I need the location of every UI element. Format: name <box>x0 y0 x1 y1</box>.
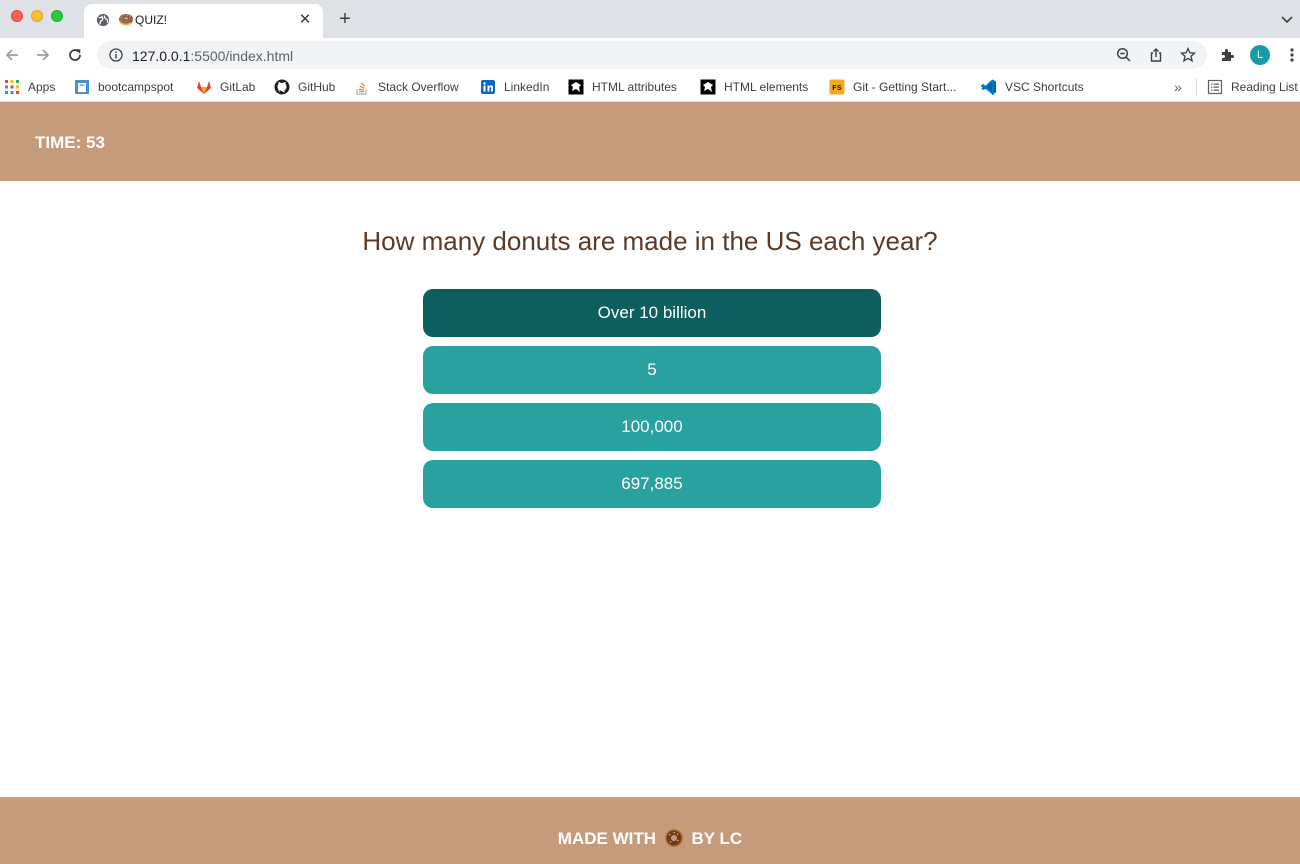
back-arrow-icon[interactable] <box>3 46 21 64</box>
svg-text:FS: FS <box>832 84 842 92</box>
bookmark-linkedin[interactable]: LinkedIn <box>480 79 549 95</box>
bookmark-label: Apps <box>28 80 56 94</box>
reload-icon[interactable] <box>66 46 84 64</box>
reading-list-icon <box>1207 79 1223 95</box>
answer-button[interactable]: 5 <box>423 346 881 394</box>
browser-tab-bar: 🍩 QUIZ! ✕ + <box>0 0 1300 38</box>
bookmark-label: HTML elements <box>724 80 809 94</box>
globe-icon <box>96 13 110 27</box>
devdocs-icon <box>700 79 716 95</box>
github-icon <box>274 79 290 95</box>
address-bar[interactable]: 127.0.0.1:5500/index.html <box>97 41 1207 69</box>
forward-arrow-icon[interactable] <box>34 46 52 64</box>
url-path: :5500/index.html <box>190 48 294 64</box>
devdocs-icon <box>568 79 584 95</box>
answer-list: Over 10 billion 5 100,000 697,885 <box>423 289 881 517</box>
maximize-window-button[interactable] <box>51 10 63 22</box>
new-tab-button[interactable]: + <box>336 9 354 29</box>
info-icon[interactable] <box>109 48 123 62</box>
linkedin-icon <box>481 80 495 94</box>
url-host: 127.0.0.1 <box>132 48 191 64</box>
bookmark-label: HTML attributes <box>592 80 677 94</box>
zoom-out-icon[interactable] <box>1116 47 1132 63</box>
bookmark-label: VSC Shortcuts <box>1005 80 1084 94</box>
reading-list-label: Reading List <box>1231 80 1298 94</box>
tab-title: QUIZ! <box>135 13 167 27</box>
bookmark-label: bootcampspot <box>98 80 174 94</box>
answer-button[interactable]: 697,885 <box>423 460 881 508</box>
profile-avatar[interactable]: L <box>1250 45 1270 65</box>
bookmark-apps[interactable]: Apps <box>4 79 55 95</box>
vscode-icon <box>981 79 996 95</box>
answer-button[interactable]: 100,000 <box>423 403 881 451</box>
menu-kebab-icon[interactable] <box>1285 47 1299 63</box>
bookmark-label: GitHub <box>298 80 336 94</box>
browser-toolbar: 127.0.0.1:5500/index.html L <box>0 38 1300 72</box>
answer-button[interactable]: Over 10 billion <box>423 289 881 337</box>
footer-credit: MADE WITH BY LC <box>0 828 1300 849</box>
bootcampspot-icon <box>75 80 89 94</box>
bookmark-git-getting-started[interactable]: FS Git - Getting Start... <box>829 79 956 95</box>
page-footer: MADE WITH BY LC <box>0 797 1300 864</box>
share-icon[interactable] <box>1148 47 1164 63</box>
chevron-down-icon[interactable] <box>1280 12 1294 26</box>
bookmarks-bar: Apps bootcampspot GitLab GitHub Stack Ov… <box>0 72 1300 102</box>
donut-emoji-icon: 🍩 <box>118 12 135 27</box>
browser-tab-active[interactable]: 🍩 QUIZ! ✕ <box>84 4 323 38</box>
bookmark-html-elements[interactable]: HTML elements <box>700 79 808 95</box>
bookmark-label: LinkedIn <box>504 80 550 94</box>
bookmark-label: GitLab <box>220 80 256 94</box>
close-window-button[interactable] <box>11 10 23 22</box>
quiz-header: TIME: 53 <box>0 102 1300 181</box>
more-bookmarks-icon[interactable]: » <box>1174 79 1182 95</box>
git-fs-icon: FS <box>829 79 845 95</box>
url-text: 127.0.0.1:5500/index.html <box>132 48 293 64</box>
stackoverflow-icon <box>356 82 367 95</box>
bookmark-star-icon[interactable] <box>1180 47 1196 63</box>
bookmark-bootcampspot[interactable]: bootcampspot <box>74 79 173 95</box>
bookmark-gitlab[interactable]: GitLab <box>196 79 255 95</box>
minimize-window-button[interactable] <box>31 10 43 22</box>
extensions-puzzle-icon[interactable] <box>1219 47 1235 63</box>
bookmark-label: Stack Overflow <box>378 80 459 94</box>
reading-list[interactable]: Reading List <box>1207 79 1298 95</box>
bookmarks-divider <box>1196 78 1197 96</box>
donut-icon <box>664 829 683 847</box>
bookmark-label: Git - Getting Start... <box>853 80 957 94</box>
footer-text-before: MADE WITH <box>557 829 657 848</box>
bookmark-stackoverflow[interactable]: Stack Overflow <box>354 79 459 95</box>
bookmark-github[interactable]: GitHub <box>274 79 335 95</box>
timer: TIME: 53 <box>35 133 105 152</box>
footer-text-after: BY LC <box>691 829 743 848</box>
close-tab-icon[interactable]: ✕ <box>297 12 313 28</box>
question-text: How many donuts are made in the US each … <box>362 226 938 256</box>
bookmark-html-attributes[interactable]: HTML attributes <box>568 79 677 95</box>
bookmark-vsc-shortcuts[interactable]: VSC Shortcuts <box>981 79 1084 95</box>
gitlab-icon <box>197 81 211 94</box>
apps-grid-icon <box>5 80 19 94</box>
